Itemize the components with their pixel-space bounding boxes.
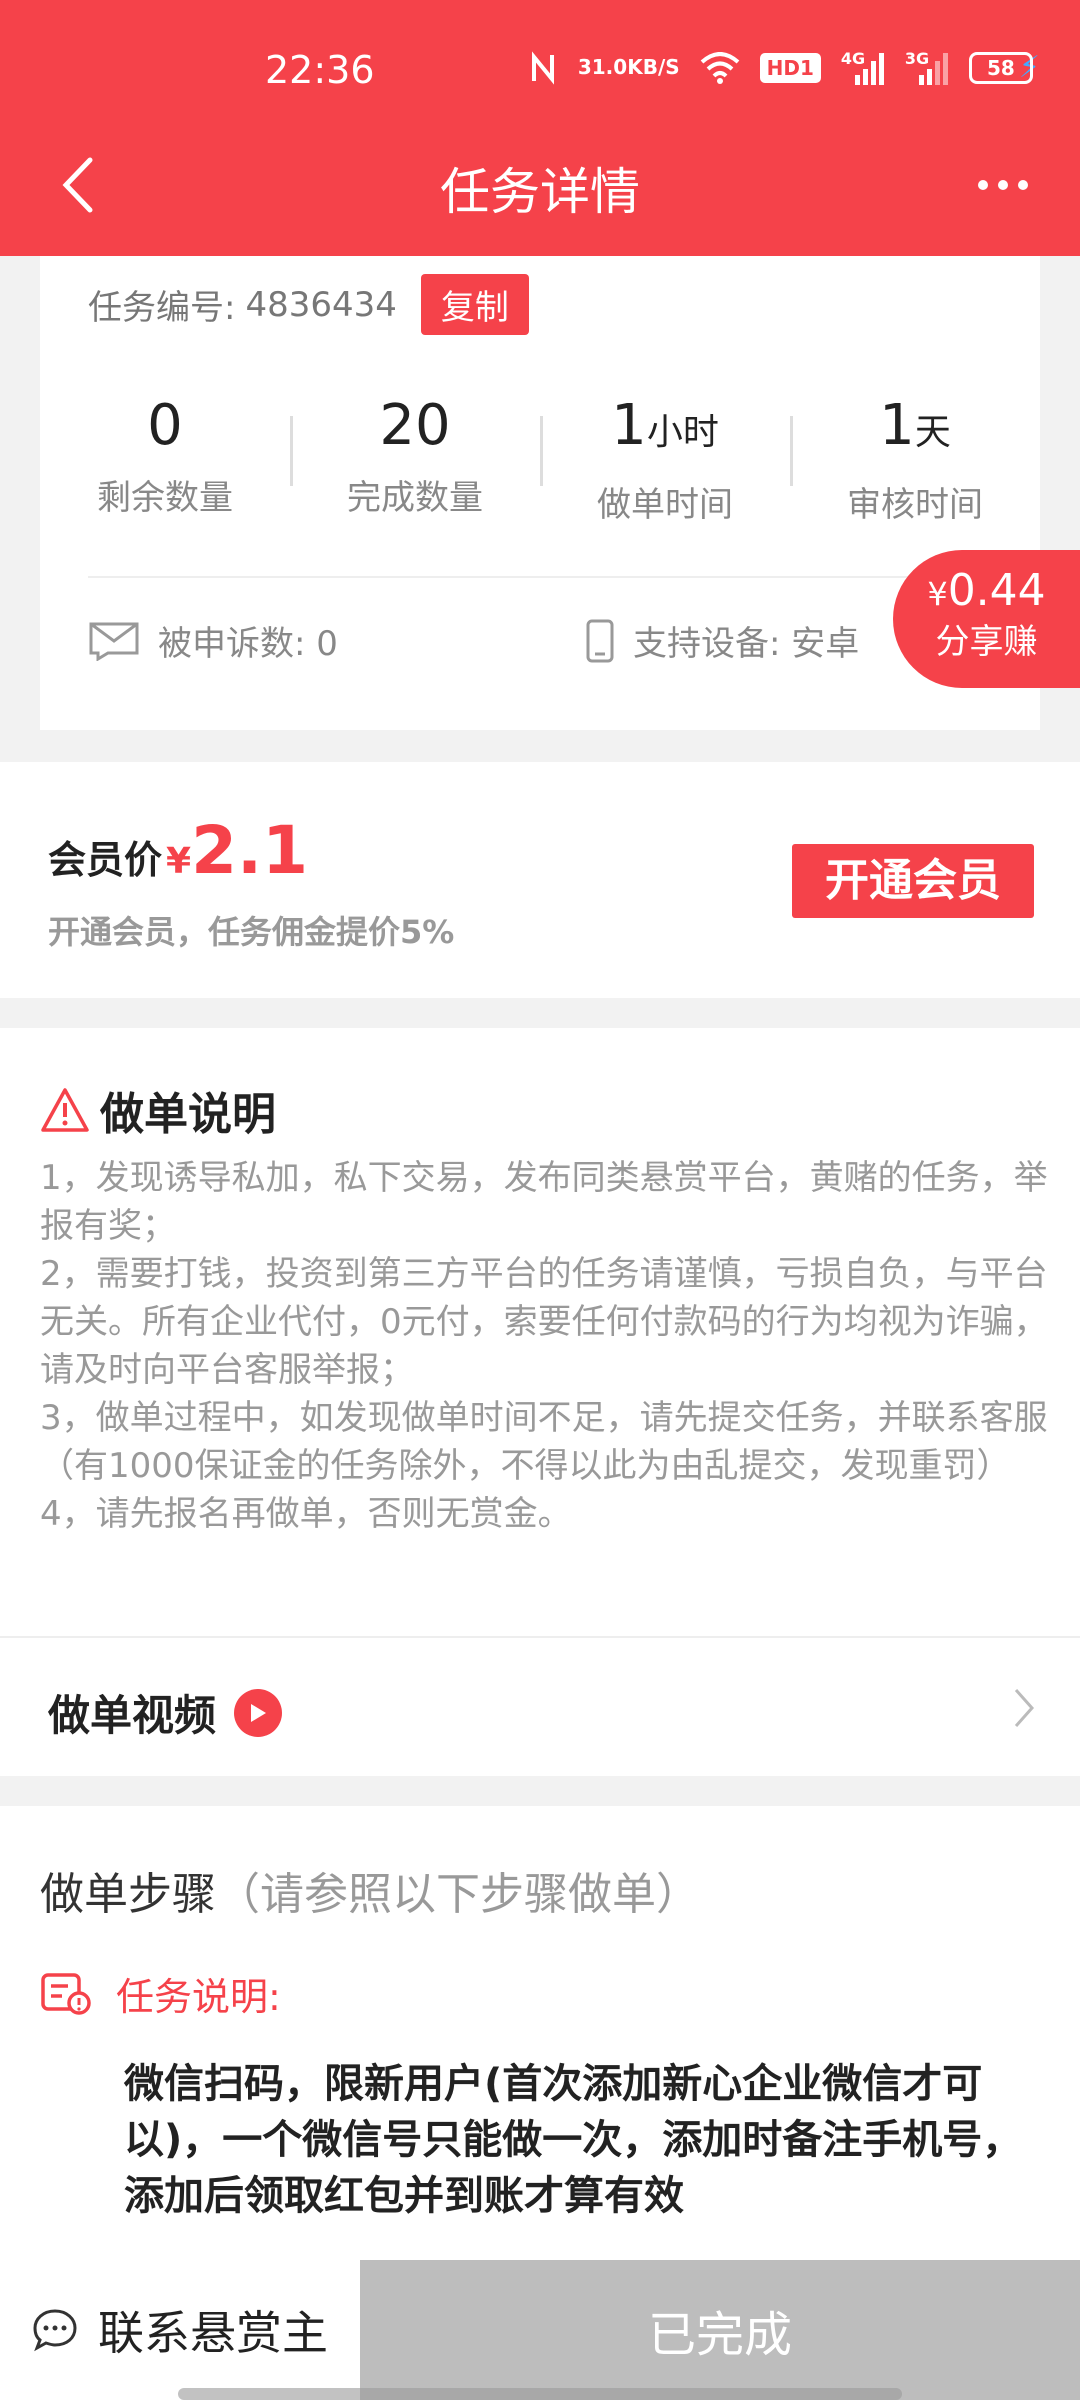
instruction-line-4: 4，请先报名再做单，否则无赏金。 bbox=[40, 1494, 572, 1534]
signal-3g-label: 3G bbox=[904, 48, 930, 68]
signal-4g-label: 4G bbox=[840, 48, 866, 68]
warning-icon bbox=[41, 1088, 89, 1132]
tutorial-video-row[interactable]: 做单视频 bbox=[0, 1636, 1080, 1776]
instruction-line-1: 1，发现诱导私加，私下交易，发布同类悬赏平台，黄赌的任务，举报有奖； bbox=[40, 1158, 1048, 1246]
task-desc-label: 任务说明: bbox=[116, 1975, 281, 2019]
stat-remaining: 0 剩余数量 bbox=[40, 386, 290, 526]
phone-icon bbox=[586, 619, 614, 662]
task-desc-text: 微信扫码，限新用户(首次添加新心企业微信才可以)，一个微信号只能做一次，添加时备… bbox=[124, 2061, 1023, 2219]
task-stats: 0 剩余数量 20 完成数量 1小时 做单时间 1天 审核时间 bbox=[40, 386, 1040, 526]
instructions-title-row: 做单说明 bbox=[40, 1078, 276, 1142]
video-label: 做单视频 bbox=[48, 1691, 217, 1740]
member-card: 会员价 ¥2.1 开通会员，任务佣金提价5% 开通会员 bbox=[0, 762, 1080, 998]
stat-review-time-label: 审核时间 bbox=[847, 485, 983, 525]
play-icon bbox=[234, 1688, 283, 1737]
header: 22:36 31.0 KB/S HD1 4G 3G 58 ⚡ 任务详情 bbox=[0, 0, 1080, 256]
share-earn-badge[interactable]: ¥0.44 分享赚 bbox=[893, 550, 1080, 688]
stat-work-time-value: 1 bbox=[611, 393, 647, 458]
battery-level: 58 bbox=[968, 51, 1033, 84]
stat-review-time: 1天 审核时间 bbox=[790, 386, 1040, 526]
instruction-line-2: 2，需要打钱，投资到第三方平台的任务请谨慎，亏损自负，与平台无关。所有企业代付，… bbox=[40, 1254, 1048, 1390]
status-time: 22:36 bbox=[265, 48, 375, 92]
completed-button[interactable]: 已完成 bbox=[360, 2260, 1080, 2400]
instructions-title: 做单说明 bbox=[100, 1089, 276, 1140]
steps-title: 做单步骤 bbox=[40, 1869, 216, 1920]
device-label: 支持设备: 安卓 bbox=[633, 624, 860, 664]
stat-completed: 20 完成数量 bbox=[290, 386, 540, 526]
status-icons: 31.0 KB/S HD1 4G 3G 58 ⚡ bbox=[528, 48, 1040, 85]
more-button[interactable] bbox=[968, 165, 1038, 205]
stat-remaining-label: 剩余数量 bbox=[97, 478, 233, 518]
member-desc: 开通会员，任务佣金提价5% bbox=[48, 913, 455, 951]
chevron-right-icon bbox=[1014, 1689, 1035, 1727]
bottom-bar: 联系悬赏主 已完成 bbox=[0, 2260, 1080, 2400]
open-membership-button[interactable]: 开通会员 bbox=[792, 844, 1034, 918]
steps-hint: （请参照以下步骤做单） bbox=[216, 1869, 700, 1920]
share-amount: 0.44 bbox=[947, 565, 1046, 616]
chat-icon bbox=[33, 2309, 77, 2352]
task-id-value: 4836434 bbox=[245, 284, 397, 325]
task-id-row: 任务编号: 4836434 复制 bbox=[88, 274, 529, 335]
network-speed: 31.0 KB/S bbox=[577, 55, 680, 79]
page-title: 任务详情 bbox=[440, 163, 640, 221]
home-indicator[interactable] bbox=[178, 2388, 902, 2400]
steps-title-row: 做单步骤（请参照以下步骤做单） bbox=[40, 1858, 700, 1922]
stat-completed-label: 完成数量 bbox=[347, 478, 483, 518]
task-stats-card: 任务编号: 4836434 复制 0 剩余数量 20 完成数量 1小时 做单时间… bbox=[40, 256, 1040, 730]
stat-remaining-value: 0 bbox=[147, 393, 183, 458]
stat-review-time-unit: 天 bbox=[914, 412, 951, 453]
device-info: 支持设备: 安卓 bbox=[585, 616, 859, 665]
mail-icon bbox=[89, 622, 139, 661]
stat-review-time-value: 1 bbox=[879, 393, 915, 458]
nfc-icon bbox=[528, 50, 558, 85]
hd-voice-badge: HD1 bbox=[759, 52, 821, 83]
stat-work-time: 1小时 做单时间 bbox=[540, 386, 790, 526]
copy-button[interactable]: 复制 bbox=[420, 274, 529, 335]
member-price: 2.1 bbox=[191, 812, 308, 889]
contact-label: 联系悬赏主 bbox=[98, 2306, 328, 2360]
share-currency: ¥ bbox=[927, 575, 948, 613]
share-label: 分享赚 bbox=[935, 622, 1038, 662]
network-speed-unit: KB/S bbox=[627, 55, 680, 79]
wifi-icon bbox=[700, 51, 740, 84]
network-speed-value: 31.0 bbox=[577, 55, 628, 79]
stat-completed-value: 20 bbox=[379, 393, 451, 458]
task-desc-row: 任务说明: bbox=[40, 1966, 281, 2021]
instructions-body: 1，发现诱导私加，私下交易，发布同类悬赏平台，黄赌的任务，举报有奖； 2，需要打… bbox=[40, 1154, 1050, 1538]
complaints-info: 被申诉数: 0 bbox=[88, 616, 338, 665]
signal-4g-icon: 4G bbox=[840, 48, 885, 85]
task-desc-icon bbox=[41, 1972, 91, 2015]
instruction-line-3: 3，做单过程中，如发现做单时间不足，请先提交任务，并联系客服（有1000保证金的… bbox=[40, 1398, 1048, 1486]
stat-work-time-label: 做单时间 bbox=[597, 485, 733, 525]
status-bar: 22:36 31.0 KB/S HD1 4G 3G 58 ⚡ bbox=[0, 0, 1080, 145]
complaints-label: 被申诉数: 0 bbox=[158, 624, 338, 664]
contact-publisher-button[interactable]: 联系悬赏主 bbox=[0, 2260, 360, 2400]
member-currency: ¥ bbox=[166, 841, 192, 882]
member-title: 会员价 bbox=[48, 838, 163, 882]
more-dots-icon bbox=[978, 180, 988, 190]
task-id-label: 任务编号: bbox=[88, 288, 236, 328]
battery-icon: 58 ⚡ bbox=[968, 50, 1040, 85]
signal-3g-icon: 3G bbox=[904, 48, 949, 85]
steps-card: 做单步骤（请参照以下步骤做单） 任务说明: 微信扫码，限新用户(首次添加新心企业… bbox=[0, 1806, 1080, 2260]
stat-work-time-unit: 小时 bbox=[646, 412, 719, 453]
member-price-row: 会员价 ¥2.1 bbox=[48, 812, 308, 889]
